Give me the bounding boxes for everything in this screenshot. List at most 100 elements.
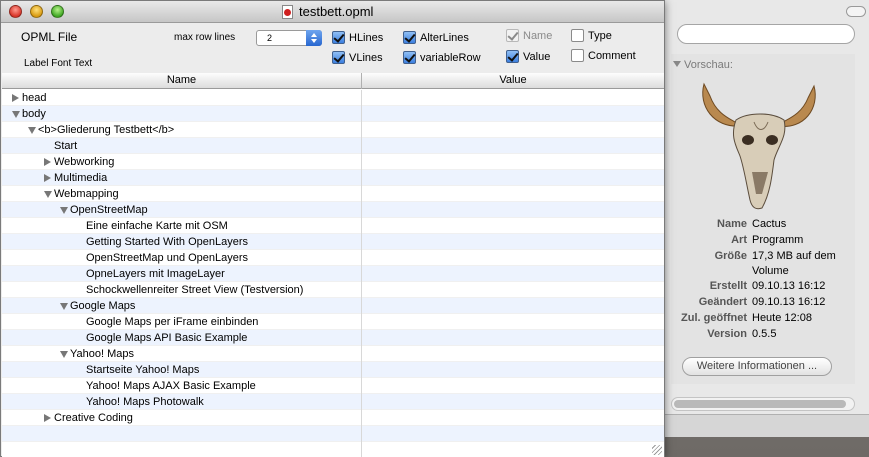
- name-cell[interactable]: OpneLayers mit ImageLayer: [2, 266, 362, 282]
- table-row[interactable]: Yahoo! Maps AJAX Basic Example: [2, 378, 664, 394]
- table-row[interactable]: Webmapping: [2, 186, 664, 202]
- table-row[interactable]: OpenStreetMap: [2, 202, 664, 218]
- table-row[interactable]: <b>Gliederung Testbett</b>: [2, 122, 664, 138]
- zoom-button[interactable]: [51, 5, 64, 18]
- name-cell[interactable]: head: [2, 90, 362, 106]
- value-cell[interactable]: [362, 362, 664, 378]
- value-cell[interactable]: [362, 426, 664, 442]
- vlines-checkbox[interactable]: VLines: [332, 51, 383, 65]
- name-cell[interactable]: OpenStreetMap und OpenLayers: [2, 250, 362, 266]
- value-cell[interactable]: [362, 186, 664, 202]
- value-cell[interactable]: [362, 330, 664, 346]
- value-cell[interactable]: [362, 90, 664, 106]
- more-info-button[interactable]: Weitere Informationen ...: [682, 357, 832, 376]
- table-row[interactable]: Google Maps API Basic Example: [2, 330, 664, 346]
- value-cell[interactable]: [362, 122, 664, 138]
- disclosure-open-icon[interactable]: [60, 207, 68, 214]
- title-bar[interactable]: testbett.opml: [1, 1, 664, 23]
- name-cell[interactable]: Schockwellenreiter Street View (Testvers…: [2, 282, 362, 298]
- disclosure-open-icon[interactable]: [44, 191, 52, 198]
- name-cell[interactable]: Multimedia: [2, 170, 362, 186]
- table-row[interactable]: OpneLayers mit ImageLayer: [2, 266, 664, 282]
- table-row[interactable]: Creative Coding: [2, 410, 664, 426]
- alterlines-checkbox[interactable]: AlterLines: [403, 31, 469, 45]
- value-cell[interactable]: [362, 410, 664, 426]
- name-cell[interactable]: [2, 426, 362, 442]
- table-row[interactable]: Multimedia: [2, 170, 664, 186]
- name-cell[interactable]: Yahoo! Maps: [2, 346, 362, 362]
- value-cell[interactable]: [362, 218, 664, 234]
- comment-checkbox[interactable]: Comment: [571, 49, 636, 63]
- table-row[interactable]: Start: [2, 138, 664, 154]
- value-checkbox[interactable]: Value: [506, 50, 550, 64]
- type-checkbox[interactable]: Type: [571, 29, 612, 43]
- document-icon[interactable]: [282, 5, 293, 19]
- name-cell[interactable]: Startseite Yahoo! Maps: [2, 362, 362, 378]
- toolbar-toggle-button[interactable]: [846, 6, 866, 17]
- disclosure-closed-icon[interactable]: [12, 94, 19, 102]
- table-row[interactable]: Startseite Yahoo! Maps: [2, 362, 664, 378]
- resize-grip-icon[interactable]: [652, 445, 662, 455]
- value-cell[interactable]: [362, 154, 664, 170]
- value-cell[interactable]: [362, 138, 664, 154]
- table-row[interactable]: Getting Started With OpenLayers: [2, 234, 664, 250]
- value-cell[interactable]: [362, 378, 664, 394]
- value-cell[interactable]: [362, 266, 664, 282]
- name-cell[interactable]: Getting Started With OpenLayers: [2, 234, 362, 250]
- name-cell[interactable]: [2, 442, 362, 457]
- name-checkbox[interactable]: Name: [506, 29, 552, 43]
- disclosure-closed-icon[interactable]: [44, 174, 51, 182]
- scrollbar-thumb[interactable]: [674, 400, 846, 408]
- name-cell[interactable]: Webmapping: [2, 186, 362, 202]
- variablerow-checkbox[interactable]: variableRow: [403, 51, 481, 65]
- disclosure-open-icon[interactable]: [12, 111, 20, 118]
- max-row-lines-select[interactable]: 2: [256, 30, 322, 46]
- name-cell[interactable]: Creative Coding: [2, 410, 362, 426]
- value-cell[interactable]: [362, 106, 664, 122]
- column-header-name[interactable]: Name: [2, 73, 362, 89]
- name-cell[interactable]: Google Maps: [2, 298, 362, 314]
- disclosure-open-icon[interactable]: [28, 127, 36, 134]
- table-row[interactable]: Yahoo! Maps: [2, 346, 664, 362]
- name-cell[interactable]: Google Maps API Basic Example: [2, 330, 362, 346]
- table-row[interactable]: body: [2, 106, 664, 122]
- table-row[interactable]: Webworking: [2, 154, 664, 170]
- disclosure-open-icon[interactable]: [60, 303, 68, 310]
- value-cell[interactable]: [362, 234, 664, 250]
- name-cell[interactable]: Start: [2, 138, 362, 154]
- table-row[interactable]: [2, 442, 664, 457]
- table-row[interactable]: OpenStreetMap und OpenLayers: [2, 250, 664, 266]
- name-cell[interactable]: Webworking: [2, 154, 362, 170]
- name-cell[interactable]: body: [2, 106, 362, 122]
- name-cell[interactable]: Yahoo! Maps Photowalk: [2, 394, 362, 410]
- value-cell[interactable]: [362, 394, 664, 410]
- value-cell[interactable]: [362, 202, 664, 218]
- disclosure-open-icon[interactable]: [60, 351, 68, 358]
- disclosure-closed-icon[interactable]: [44, 158, 51, 166]
- hlines-checkbox[interactable]: HLines: [332, 31, 383, 45]
- preview-header[interactable]: Vorschau:: [673, 59, 733, 71]
- table-row[interactable]: Google Maps: [2, 298, 664, 314]
- table-row[interactable]: [2, 426, 664, 442]
- name-cell[interactable]: Yahoo! Maps AJAX Basic Example: [2, 378, 362, 394]
- name-cell[interactable]: Eine einfache Karte mit OSM: [2, 218, 362, 234]
- value-cell[interactable]: [362, 298, 664, 314]
- table-row[interactable]: Google Maps per iFrame einbinden: [2, 314, 664, 330]
- table-row[interactable]: Eine einfache Karte mit OSM: [2, 218, 664, 234]
- stepper-arrows-icon[interactable]: [306, 30, 322, 46]
- value-cell[interactable]: [362, 170, 664, 186]
- name-cell[interactable]: OpenStreetMap: [2, 202, 362, 218]
- value-cell[interactable]: [362, 314, 664, 330]
- table-row[interactable]: head: [2, 90, 664, 106]
- table-row[interactable]: Yahoo! Maps Photowalk: [2, 394, 664, 410]
- value-cell[interactable]: [362, 442, 664, 457]
- table-row[interactable]: Schockwellenreiter Street View (Testvers…: [2, 282, 664, 298]
- close-button[interactable]: [9, 5, 22, 18]
- value-cell[interactable]: [362, 346, 664, 362]
- minimize-button[interactable]: [30, 5, 43, 18]
- column-header-value[interactable]: Value: [362, 73, 664, 89]
- disclosure-closed-icon[interactable]: [44, 414, 51, 422]
- value-cell[interactable]: [362, 282, 664, 298]
- name-cell[interactable]: Google Maps per iFrame einbinden: [2, 314, 362, 330]
- name-cell[interactable]: <b>Gliederung Testbett</b>: [2, 122, 362, 138]
